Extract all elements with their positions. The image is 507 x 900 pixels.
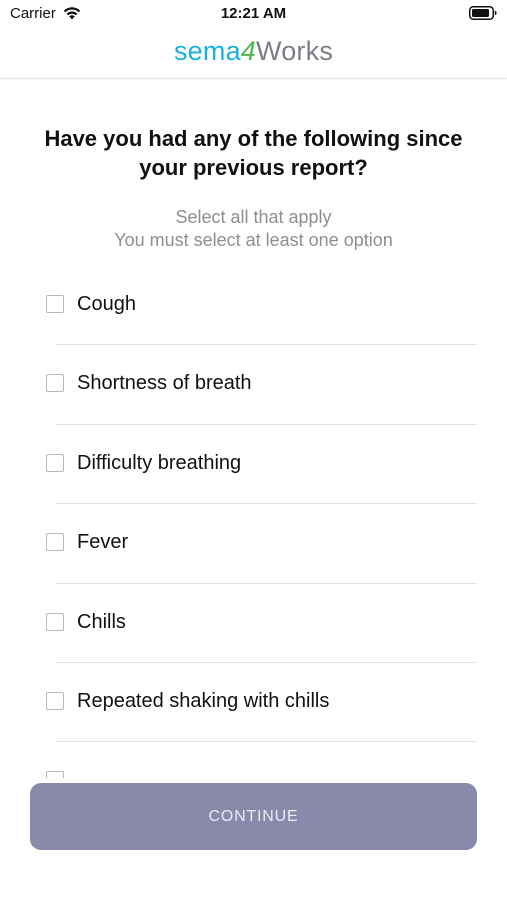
checkbox[interactable] [46, 295, 64, 313]
checkbox[interactable] [46, 612, 64, 631]
logo-text-sema: sema [173, 36, 241, 66]
option-shortness-of-breath[interactable]: Shortness of breath [0, 345, 507, 425]
option-difficulty-breathing[interactable]: Difficulty breathing [0, 425, 507, 505]
option-repeated-shaking-with-chills[interactable]: Repeated shaking with chills [0, 663, 507, 743]
logo-text-4: 4 [240, 36, 257, 66]
status-bar: Carrier 12:21 AM [0, 0, 507, 28]
option-cough[interactable]: Cough [0, 266, 507, 346]
checkbox[interactable] [46, 533, 64, 552]
checkbox[interactable] [46, 374, 64, 393]
question-title: Have you had any of the following since … [44, 126, 463, 180]
option-label: Difficulty breathing [77, 451, 242, 474]
option-label: Cough [77, 293, 136, 315]
question-hint-select-all: Select all that apply [175, 207, 332, 227]
status-time: 12:21 AM [220, 5, 287, 22]
symptom-options-list[interactable]: Cough Shortness of breath Difficulty bre… [0, 266, 507, 778]
checkbox[interactable] [46, 691, 64, 710]
option-label: Repeated shaking with chills [77, 689, 330, 712]
option-label: Fever [77, 531, 129, 554]
app-header: sema4Works [0, 28, 507, 79]
option-fever[interactable]: Fever [0, 504, 507, 584]
option-partially-visible[interactable] [0, 742, 507, 778]
app-logo: sema4Works [0, 36, 507, 67]
battery-icon [469, 6, 497, 20]
logo-text-works: Works [256, 36, 334, 66]
checkbox[interactable] [46, 453, 64, 472]
option-label: Shortness of breath [77, 372, 252, 395]
checkbox[interactable] [46, 771, 64, 778]
question-hint-min-one: You must select at least one option [114, 230, 393, 250]
continue-button[interactable]: CONTINUE [30, 783, 477, 850]
screen: Carrier 12:21 AM sema4Works Have you had… [0, 0, 507, 900]
option-label: Chills [77, 610, 126, 633]
option-chills[interactable]: Chills [0, 584, 507, 663]
